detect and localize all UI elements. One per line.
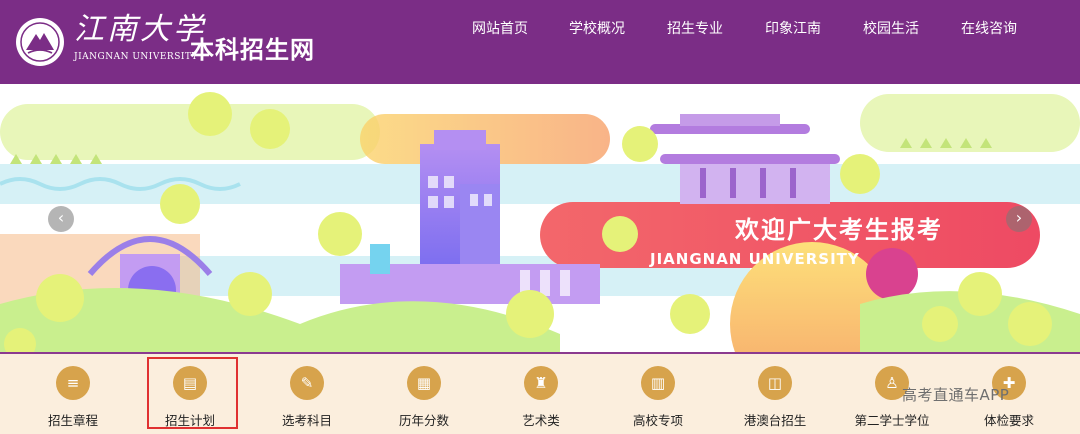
carousel-prev-button[interactable]: ‹ [48, 206, 74, 232]
quick-link-special-program[interactable]: ▥ 高校专项 [605, 354, 711, 434]
quick-link-label: 招生章程 [47, 413, 98, 428]
main-nav: 网站首页 学校概况 招生专业 印象江南 校园生活 在线咨询 [0, 18, 1080, 38]
document-icon: ≡ [56, 366, 90, 400]
nav-impressions[interactable]: 印象江南 [765, 18, 821, 38]
carousel-next-button[interactable]: › [1006, 206, 1032, 232]
edit-icon: ✎ [290, 366, 324, 400]
quick-link-label: 高校专项 [632, 413, 683, 428]
hero-banner[interactable]: 欢迎广大考生报考 JIANGNAN UNIVERSITY ‹ › [0, 84, 1080, 352]
quick-link-label: 港澳台招生 [743, 413, 807, 428]
nav-majors[interactable]: 招生专业 [667, 18, 723, 38]
art-icon: ♜ [524, 366, 558, 400]
quick-link-historical-scores[interactable]: ▦ 历年分数 [371, 354, 477, 434]
quick-link-label: 历年分数 [398, 413, 449, 428]
calendar-icon: ▦ [407, 366, 441, 400]
quick-link-hk-macao-taiwan[interactable]: ◫ 港澳台招生 [722, 354, 828, 434]
banner-welcome-title: 欢迎广大考生报考 [735, 216, 943, 244]
quick-link-label: 第二学士学位 [854, 413, 930, 428]
quick-link-label: 体检要求 [983, 413, 1034, 428]
quick-link-admission-charter[interactable]: ≡ 招生章程 [20, 354, 126, 434]
nav-home[interactable]: 网站首页 [472, 18, 528, 38]
app-watermark: 高考直通车APP [902, 386, 1010, 404]
quick-link-label: 艺术类 [522, 413, 560, 428]
logo-english-name: JIANGNAN UNIVERSITY [74, 52, 198, 62]
site-header: 江南大学 JIANGNAN UNIVERSITY 本科招生网 网站首页 学校概况… [0, 0, 1080, 84]
quick-link-arts[interactable]: ♜ 艺术类 [488, 354, 594, 434]
building-icon: ▥ [641, 366, 675, 400]
banner-university-name: JIANGNAN UNIVERSITY [650, 250, 860, 268]
nav-campus-life[interactable]: 校园生活 [863, 18, 919, 38]
quick-link-label: 选考科目 [281, 413, 332, 428]
selected-highlight-box [147, 357, 238, 429]
nav-online-consult[interactable]: 在线咨询 [961, 18, 1017, 38]
nav-overview[interactable]: 学校概况 [569, 18, 625, 38]
quick-link-elective-subjects[interactable]: ✎ 选考科目 [254, 354, 360, 434]
id-card-icon: ◫ [758, 366, 792, 400]
